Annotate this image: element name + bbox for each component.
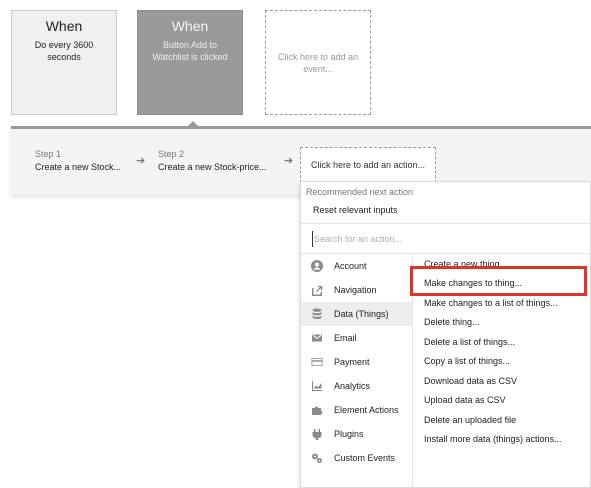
analytics-icon [311,380,323,392]
add-event-label: Click here to add an event... [277,52,359,74]
account-icon [311,260,323,272]
action-delete-thing[interactable]: Delete thing... [413,313,590,333]
step-2[interactable]: Step 2 Create a new Stock-price... [158,149,267,173]
plug-icon [311,428,323,440]
event-title: When [171,18,209,34]
action-install-more[interactable]: Install more data (things) actions... [413,430,590,450]
category-email[interactable]: Email [301,326,412,350]
divider [301,223,590,224]
action-delete-list[interactable]: Delete a list of things... [413,332,590,352]
event-description: Do every 3600 seconds [34,40,94,62]
category-custom-events[interactable]: Custom Events [301,446,412,470]
arrow-right-icon: ➔ [284,155,294,167]
action-delete-uploaded-file[interactable]: Delete an uploaded file [413,410,590,430]
category-label: Plugins [334,429,364,439]
step-text: Create a new Stock-price... [158,162,267,172]
workflow-editor: When Do every 3600 seconds When Button A… [0,0,591,488]
action-download-csv[interactable]: Download data as CSV [413,371,590,391]
add-event-button[interactable]: Click here to add an event... [265,10,371,115]
arrow-right-icon: ➔ [136,155,146,167]
gears-icon [311,452,323,464]
action-search-input[interactable] [312,231,582,247]
recommended-label: Recommended next action [306,187,414,197]
category-label: Element Actions [334,405,399,415]
email-icon [311,332,323,344]
action-copy-list[interactable]: Copy a list of things... [413,352,590,372]
category-label: Account [334,261,367,271]
step-label: Step 2 [158,149,185,159]
category-account[interactable]: Account [301,254,412,278]
step-1[interactable]: Step 1 Create a new Stock... [35,149,121,173]
reset-relevant-inputs-action[interactable]: Reset relevant inputs [313,205,398,215]
category-navigation[interactable]: Navigation [301,278,412,302]
puzzle-icon [311,404,323,416]
step-text: Create a new Stock... [35,162,122,172]
step-label: Step 1 [35,149,62,159]
action-picker-dropdown: Recommended next action Reset relevant i… [300,181,591,488]
category-element-actions[interactable]: Element Actions [301,398,412,422]
category-label: Payment [334,357,370,367]
action-list: Create a new thing... Make changes to th… [413,254,590,487]
payment-icon [311,356,323,368]
event-description: Button Add to Watchlist is clicked [152,40,228,62]
database-icon [311,308,323,320]
event-card-recurring[interactable]: When Do every 3600 seconds [11,10,117,115]
category-payment[interactable]: Payment [301,350,412,374]
category-label: Custom Events [334,453,396,463]
navigation-icon [311,284,323,296]
category-label: Email [334,333,357,343]
category-plugins[interactable]: Plugins [301,422,412,446]
action-upload-csv[interactable]: Upload data as CSV [413,391,590,411]
category-list: Account Navigation Data (Things) Email P… [301,254,413,487]
category-label: Analytics [334,381,371,391]
action-create-new-thing[interactable]: Create a new thing... [413,254,590,274]
category-label: Navigation [334,285,377,295]
action-make-changes-to-list[interactable]: Make changes to a list of things... [413,293,590,313]
add-action-button[interactable]: Click here to add an action... [300,147,436,183]
event-title: When [45,18,83,34]
category-label: Data (Things) [334,309,389,319]
category-analytics[interactable]: Analytics [301,374,412,398]
event-card-button-click[interactable]: When Button Add to Watchlist is clicked [137,10,243,115]
action-make-changes-to-thing[interactable]: Make changes to thing... [413,274,590,294]
category-data-things[interactable]: Data (Things) [301,302,412,326]
